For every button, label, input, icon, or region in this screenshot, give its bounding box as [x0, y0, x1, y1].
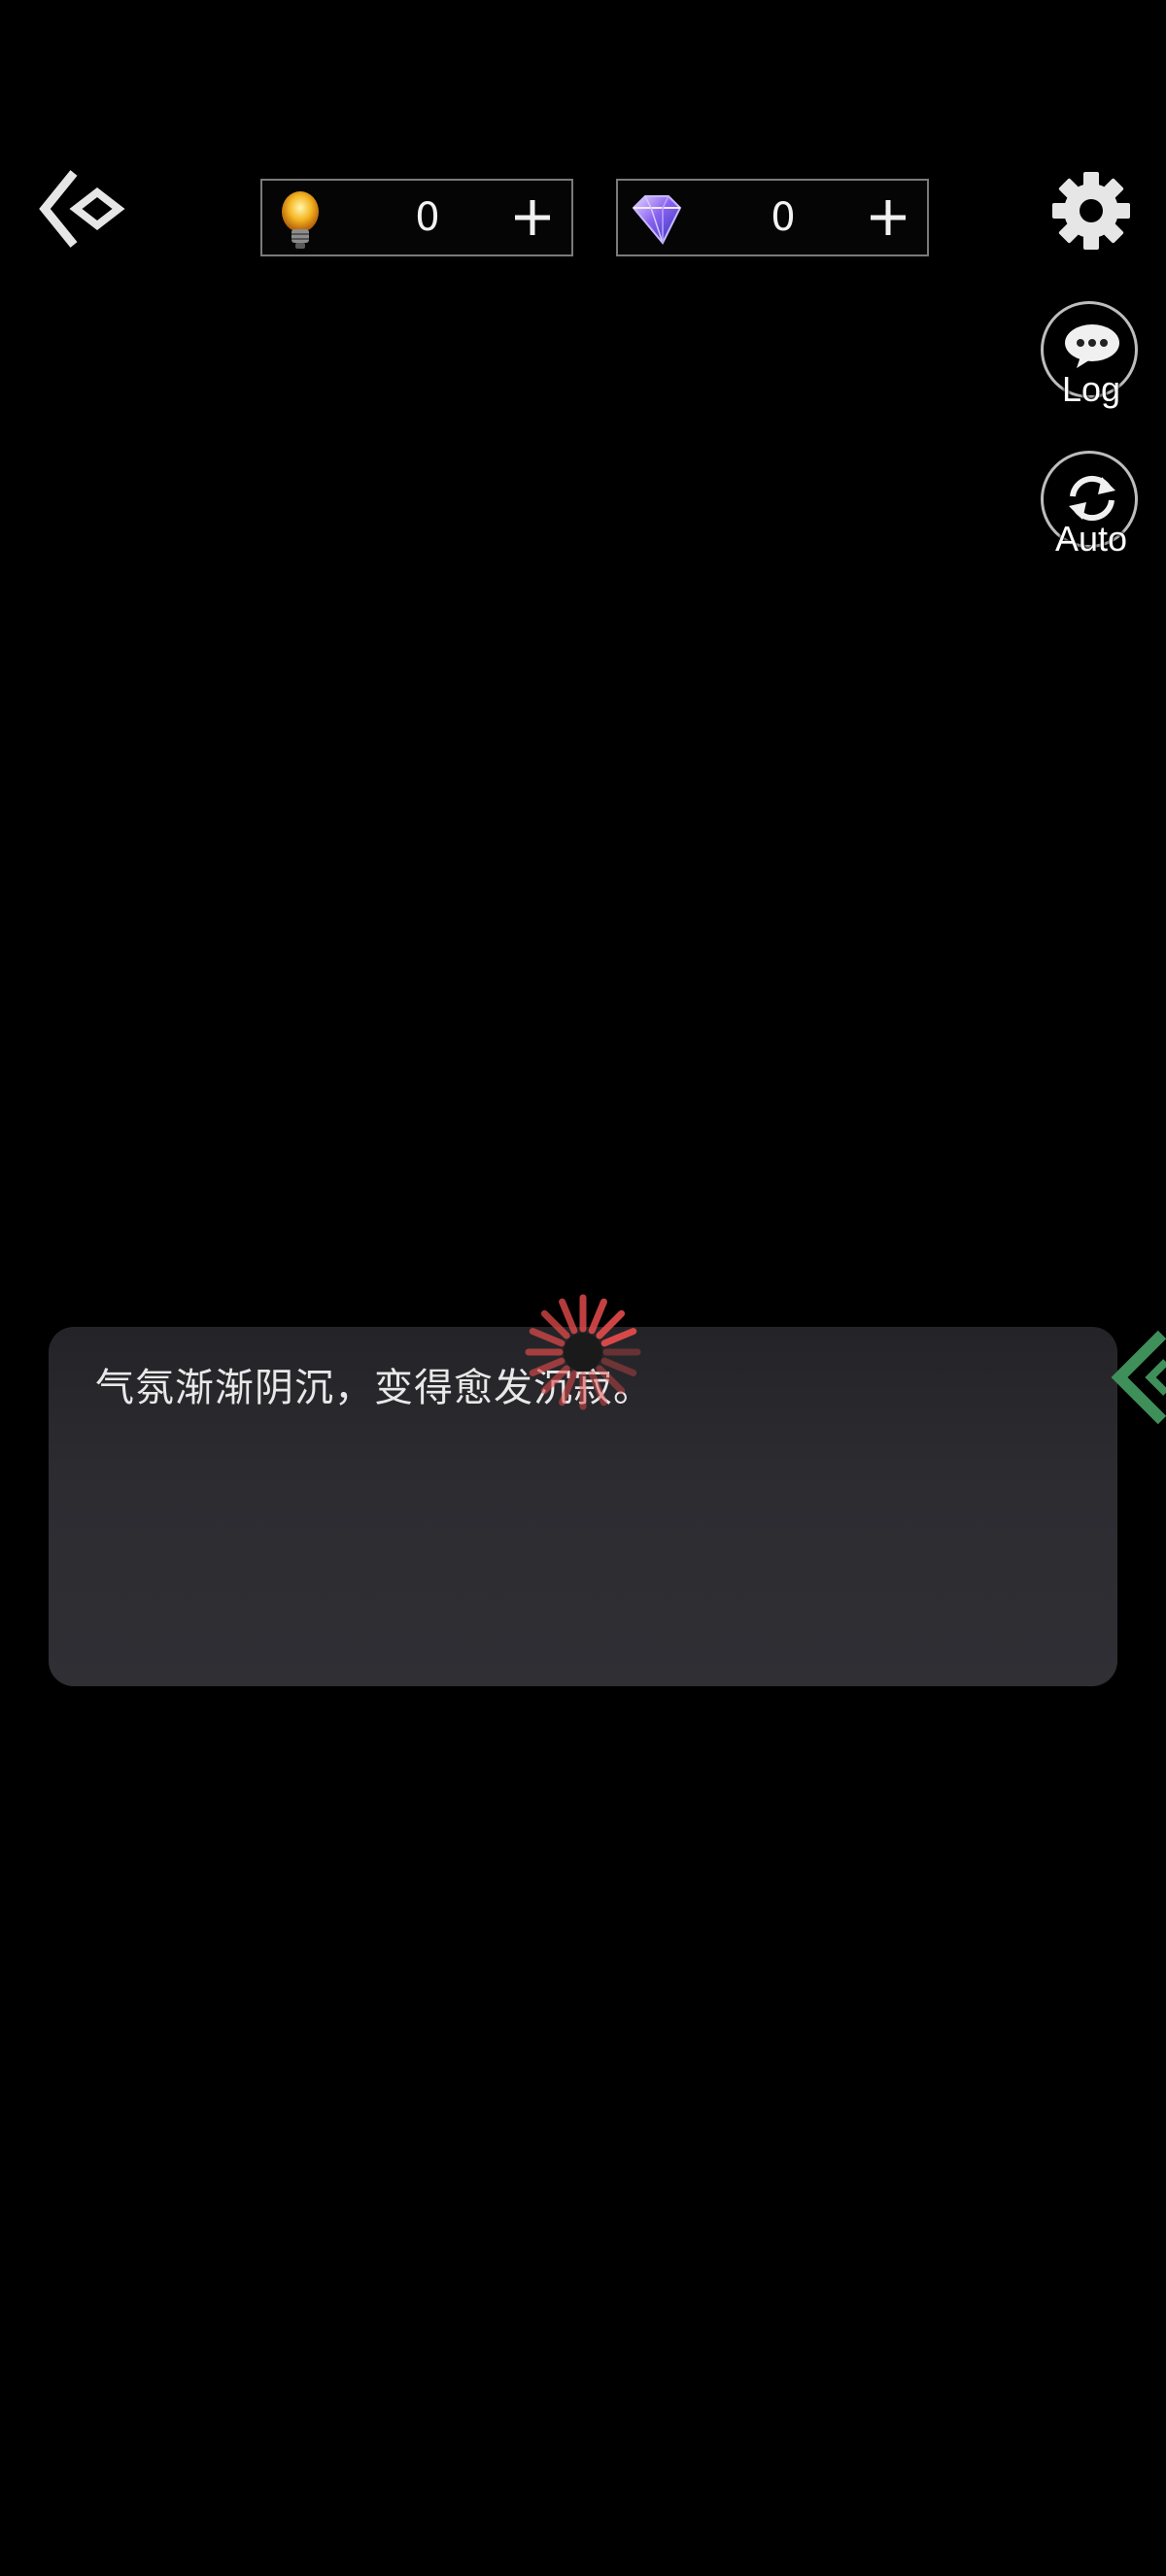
gem-currency-panel: 0 — [616, 179, 929, 256]
gem-count: 0 — [771, 195, 796, 240]
refresh-icon — [1069, 475, 1115, 522]
log-button[interactable]: Log — [1041, 301, 1142, 409]
spinner-spoke — [600, 1357, 637, 1376]
bulb-count: 0 — [415, 195, 440, 240]
spinner-spoke — [559, 1298, 578, 1335]
spinner-spoke — [588, 1298, 607, 1335]
plus-icon — [515, 200, 550, 235]
auto-label: Auto — [1054, 519, 1128, 559]
chevron-left-icon — [1111, 1330, 1166, 1425]
plus-icon — [871, 200, 906, 235]
back-button[interactable] — [39, 165, 136, 253]
spinner-spoke — [540, 1365, 570, 1395]
loading-spinner — [523, 1292, 643, 1412]
spinner-spoke — [588, 1370, 607, 1407]
auto-button[interactable]: Auto — [1041, 451, 1142, 559]
next-dialogue-button[interactable] — [1108, 1329, 1166, 1426]
spinner-spoke — [596, 1309, 626, 1339]
spinner-spoke — [596, 1365, 626, 1395]
gear-icon — [1052, 172, 1130, 250]
spinner-spoke — [529, 1328, 566, 1347]
chat-bubble-icon — [1065, 324, 1119, 368]
add-gems-button[interactable] — [863, 192, 913, 243]
spinner-core — [564, 1333, 602, 1372]
bulb-currency-panel: 0 — [260, 179, 573, 256]
settings-button[interactable] — [1049, 169, 1133, 253]
back-diamond-icon — [39, 170, 125, 248]
spinner-spoke — [559, 1370, 578, 1407]
add-bulbs-button[interactable] — [507, 192, 558, 243]
spinner-spoke — [540, 1309, 570, 1339]
spinner-spoke — [600, 1328, 637, 1347]
lightbulb-icon — [282, 191, 319, 249]
diamond-gem-icon — [632, 195, 682, 245]
loading-spinner-icon — [525, 1294, 641, 1410]
log-label: Log — [1061, 369, 1121, 409]
spinner-spoke — [529, 1357, 566, 1376]
